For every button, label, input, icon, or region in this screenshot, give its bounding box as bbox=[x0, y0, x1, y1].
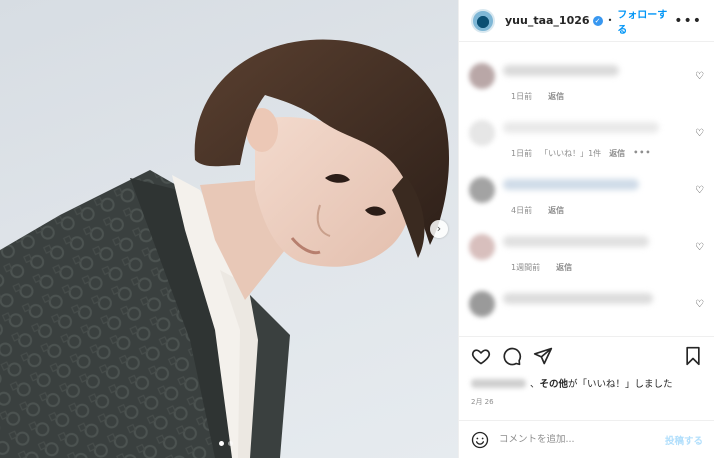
comment-item: 1週間前 返信 ♡ bbox=[459, 214, 714, 272]
comments-list[interactable]: 1日前 返信 ♡ 1日前 「いいね！」1件 返信 ••• ♡ 4日前 返信 ♡ … bbox=[459, 43, 714, 335]
comment-item: 1日前 返信 ♡ bbox=[459, 43, 714, 101]
avatar[interactable] bbox=[471, 8, 495, 33]
comment-like-heart-icon[interactable]: ♡ bbox=[695, 242, 704, 253]
bookmark-icon[interactable] bbox=[683, 346, 703, 366]
comment-item: ♡ bbox=[459, 271, 714, 328]
liker-name-blurred[interactable] bbox=[471, 378, 526, 388]
comment-avatar[interactable] bbox=[469, 234, 495, 260]
comment-item: 1日前 「いいね！」1件 返信 ••• ♡ bbox=[459, 100, 714, 158]
comment-text-blurred bbox=[503, 179, 639, 190]
comment-item: 4日前 返信 ♡ bbox=[459, 157, 714, 215]
portrait-illustration bbox=[0, 39, 450, 458]
post-side-panel: yuu_taa_1026 ✓ • フォローする ••• 1日前 返信 ♡ 1日前… bbox=[458, 0, 714, 458]
comment-avatar[interactable] bbox=[469, 120, 495, 146]
comment-bubble-icon[interactable] bbox=[502, 346, 522, 366]
likes-others-link[interactable]: その他 bbox=[540, 376, 569, 390]
comment-text-blurred bbox=[503, 293, 653, 304]
paper-plane-icon[interactable] bbox=[533, 346, 553, 366]
comment-text-blurred bbox=[503, 122, 659, 133]
post-date[interactable]: 2月 26 bbox=[471, 397, 494, 407]
post-photo[interactable]: › bbox=[0, 0, 458, 458]
comment-avatar[interactable] bbox=[469, 291, 495, 317]
carousel-dot-active bbox=[219, 441, 224, 446]
add-comment-bar: 投稿する bbox=[459, 420, 714, 458]
comment-avatar[interactable] bbox=[469, 63, 495, 89]
comment-text-blurred bbox=[503, 236, 649, 247]
likes-summary-suffix: が「いいね！」しました bbox=[568, 379, 673, 390]
comment-like-heart-icon[interactable]: ♡ bbox=[695, 299, 704, 310]
comment-like-heart-icon[interactable]: ♡ bbox=[695, 128, 704, 139]
comment-like-heart-icon[interactable]: ♡ bbox=[695, 71, 704, 82]
verified-badge-icon: ✓ bbox=[592, 15, 603, 26]
username-link[interactable]: yuu_taa_1026 bbox=[505, 14, 590, 27]
heart-icon[interactable] bbox=[471, 346, 491, 366]
comment-like-heart-icon[interactable]: ♡ bbox=[695, 185, 704, 196]
comment-avatar[interactable] bbox=[469, 177, 495, 203]
post-header: yuu_taa_1026 ✓ • フォローする ••• bbox=[459, 0, 714, 42]
carousel-dots bbox=[219, 441, 233, 446]
comment-text-blurred bbox=[503, 65, 619, 76]
post-comment-button[interactable]: 投稿する bbox=[665, 433, 703, 447]
carousel-dot bbox=[228, 441, 233, 446]
likes-summary-middle: 、 bbox=[530, 379, 540, 390]
post-actions-bar bbox=[459, 336, 714, 374]
next-image-button[interactable]: › bbox=[430, 220, 448, 238]
comment-input[interactable] bbox=[499, 434, 649, 445]
header-separator: • bbox=[607, 16, 613, 25]
follow-button[interactable]: フォローする bbox=[617, 6, 674, 36]
more-options-icon[interactable]: ••• bbox=[674, 13, 702, 29]
emoji-icon[interactable] bbox=[471, 431, 489, 449]
likes-summary[interactable]: 、 その他 が「いいね！」しました bbox=[471, 376, 673, 390]
